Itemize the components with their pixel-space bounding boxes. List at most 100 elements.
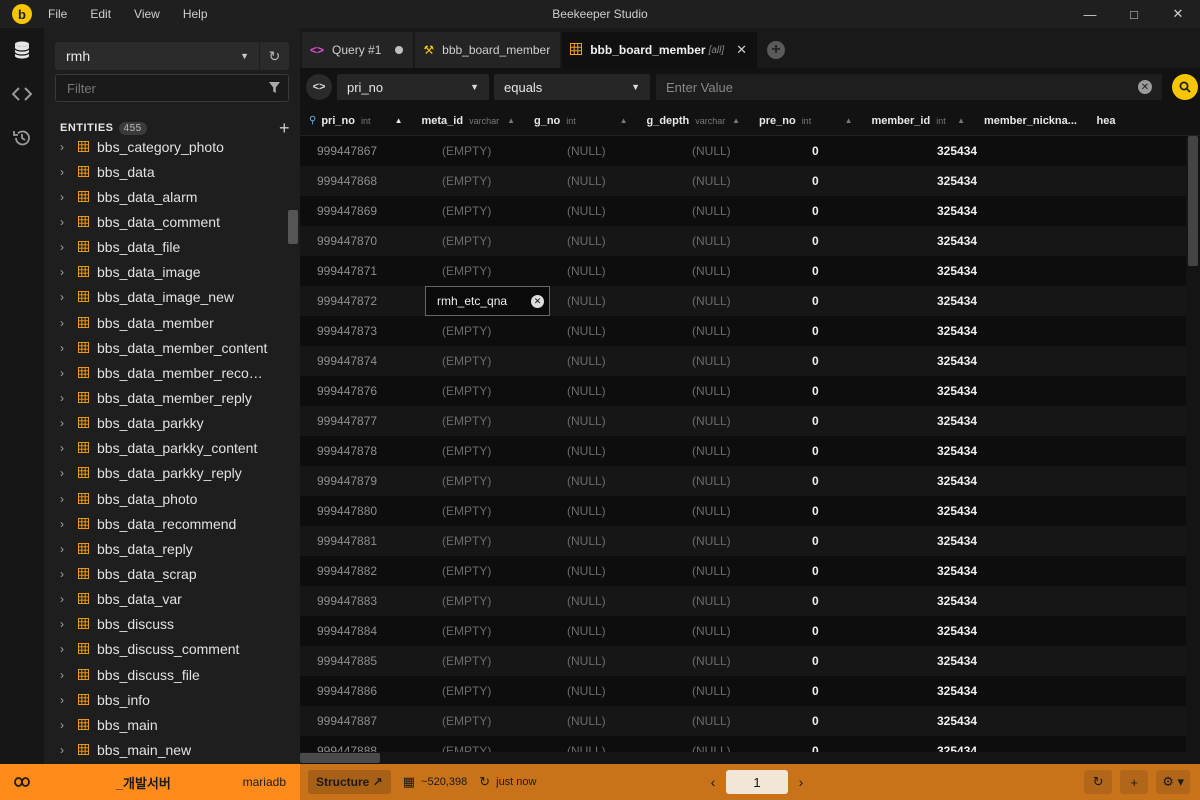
column-header[interactable]: pre_no int ▲ — [750, 106, 863, 135]
code-icon[interactable] — [0, 72, 44, 116]
connection-status[interactable]: _개발서버 mariadb — [0, 764, 300, 800]
sort-arrow-icon[interactable]: ▲ — [620, 116, 628, 125]
filter-operator-select[interactable]: equals ▼ — [494, 74, 650, 100]
table-cell[interactable]: 999447887 — [300, 706, 425, 736]
table-cell[interactable]: 999447873 — [300, 316, 425, 346]
table-cell[interactable]: (EMPTY) — [425, 196, 550, 226]
tab-query-1[interactable]: <> Query #1 — [302, 32, 414, 68]
table-cell[interactable]: 999447878 — [300, 436, 425, 466]
table-cell[interactable]: (NULL) — [675, 286, 800, 316]
filter-column-select[interactable]: pri_no ▼ — [337, 74, 489, 100]
table-cell[interactable]: (EMPTY) — [425, 676, 550, 706]
refresh-icon[interactable]: ↻ — [259, 42, 289, 70]
table-cell[interactable]: (EMPTY) — [425, 256, 550, 286]
table-cell[interactable]: 325434 — [925, 646, 1050, 676]
table-cell[interactable]: (NULL) — [550, 376, 675, 406]
table-cell[interactable]: (NULL) — [550, 286, 675, 316]
table-cell[interactable]: (NULL) — [550, 436, 675, 466]
table-cell[interactable]: 325434 — [925, 286, 1050, 316]
table-cell[interactable]: (EMPTY) — [425, 226, 550, 256]
table-cell[interactable]: 325434 — [925, 256, 1050, 286]
editing-cell[interactable]: rmh_etc_qna ✕ — [425, 286, 550, 316]
menu-edit[interactable]: Edit — [90, 7, 111, 21]
table-cell[interactable]: 999447885 — [300, 646, 425, 676]
table-cell[interactable]: 999447867 — [300, 136, 425, 166]
entity-item[interactable]: › bbs_discuss_file — [44, 662, 288, 687]
column-header[interactable]: member_id int ▲ — [863, 106, 976, 135]
table-cell[interactable]: (EMPTY) — [425, 346, 550, 376]
entity-item[interactable]: › bbs_data_photo — [44, 486, 288, 511]
minimize-icon[interactable]: — — [1068, 0, 1112, 28]
table-cell[interactable]: 999447870 — [300, 226, 425, 256]
table-cell[interactable]: (NULL) — [675, 196, 800, 226]
entity-item[interactable]: › bbs_data_image_new — [44, 285, 288, 310]
table-cell[interactable]: (NULL) — [550, 136, 675, 166]
filter-value-input[interactable] — [666, 79, 1138, 95]
table-cell[interactable]: (NULL) — [675, 256, 800, 286]
chevron-right-icon[interactable]: › — [60, 240, 70, 254]
table-cell[interactable]: 325434 — [925, 586, 1050, 616]
entity-item[interactable]: › bbs_data_reply — [44, 536, 288, 561]
chevron-right-icon[interactable]: › — [60, 316, 70, 330]
table-cell[interactable]: 999447888 — [300, 736, 425, 752]
next-page-icon[interactable]: › — [794, 774, 808, 790]
sort-arrow-icon[interactable]: ▲ — [507, 116, 515, 125]
entity-item[interactable]: › bbs_data_member — [44, 310, 288, 335]
table-cell[interactable]: (NULL) — [675, 526, 800, 556]
entity-item[interactable]: › bbs_data_recommend — [44, 511, 288, 536]
chevron-right-icon[interactable]: › — [60, 668, 70, 682]
entity-item[interactable]: › bbs_data_member_reply — [44, 385, 288, 410]
chevron-right-icon[interactable]: › — [60, 290, 70, 304]
column-header[interactable]: ⚲ pri_no int ▲ — [300, 106, 413, 135]
table-cell[interactable]: (EMPTY) — [425, 616, 550, 646]
table-cell[interactable]: (NULL) — [550, 616, 675, 646]
table-cell[interactable]: (NULL) — [675, 166, 800, 196]
table-cell[interactable]: 325434 — [925, 616, 1050, 646]
table-cell[interactable]: (NULL) — [550, 706, 675, 736]
structure-button[interactable]: Structure ↗ — [308, 770, 391, 794]
table-cell[interactable]: 0 — [800, 646, 925, 676]
table-cell[interactable]: (NULL) — [550, 256, 675, 286]
chevron-right-icon[interactable]: › — [60, 617, 70, 631]
column-header[interactable]: meta_id varchar ▲ — [413, 106, 526, 135]
chevron-right-icon[interactable]: › — [60, 466, 70, 480]
entity-filter-input[interactable] — [56, 80, 269, 96]
table-cell[interactable]: (NULL) — [550, 346, 675, 376]
table-cell[interactable]: (EMPTY) — [425, 166, 550, 196]
menu-help[interactable]: Help — [183, 7, 208, 21]
table-cell[interactable]: (NULL) — [675, 736, 800, 752]
table-cell[interactable]: 0 — [800, 346, 925, 376]
table-cell[interactable]: (NULL) — [550, 556, 675, 586]
scroll-thumb[interactable] — [1188, 136, 1198, 266]
table-cell[interactable]: 0 — [800, 616, 925, 646]
entity-item[interactable]: › bbs_main_new — [44, 737, 288, 762]
sidebar-scrollbar[interactable] — [288, 210, 298, 244]
chevron-right-icon[interactable]: › — [60, 190, 70, 204]
table-cell[interactable]: 325434 — [925, 226, 1050, 256]
table-cell[interactable]: (NULL) — [675, 466, 800, 496]
table-cell[interactable]: (NULL) — [675, 346, 800, 376]
table-cell[interactable]: 325434 — [925, 406, 1050, 436]
table-cell[interactable]: 0 — [800, 286, 925, 316]
chevron-right-icon[interactable]: › — [60, 492, 70, 506]
table-cell[interactable]: 999447881 — [300, 526, 425, 556]
table-cell[interactable]: 0 — [800, 736, 925, 752]
raw-filter-toggle-icon[interactable]: <> — [306, 74, 332, 100]
table-cell[interactable]: 0 — [800, 406, 925, 436]
history-icon[interactable] — [0, 116, 44, 160]
table-cell[interactable]: (EMPTY) — [425, 586, 550, 616]
table-cell[interactable]: (EMPTY) — [425, 556, 550, 586]
table-cell[interactable]: 325434 — [925, 706, 1050, 736]
entity-item[interactable]: › bbs_data_scrap — [44, 561, 288, 586]
sort-arrow-icon[interactable]: ▲ — [845, 116, 853, 125]
table-cell[interactable]: (NULL) — [550, 316, 675, 346]
table-cell[interactable]: (NULL) — [675, 376, 800, 406]
table-cell[interactable]: (NULL) — [550, 466, 675, 496]
table-cell[interactable]: 325434 — [925, 376, 1050, 406]
table-cell[interactable]: 999447874 — [300, 346, 425, 376]
table-cell[interactable]: 999447876 — [300, 376, 425, 406]
table-cell[interactable]: (EMPTY) — [425, 406, 550, 436]
chevron-right-icon[interactable]: › — [60, 215, 70, 229]
table-cell[interactable]: 325434 — [925, 136, 1050, 166]
chevron-right-icon[interactable]: › — [60, 693, 70, 707]
